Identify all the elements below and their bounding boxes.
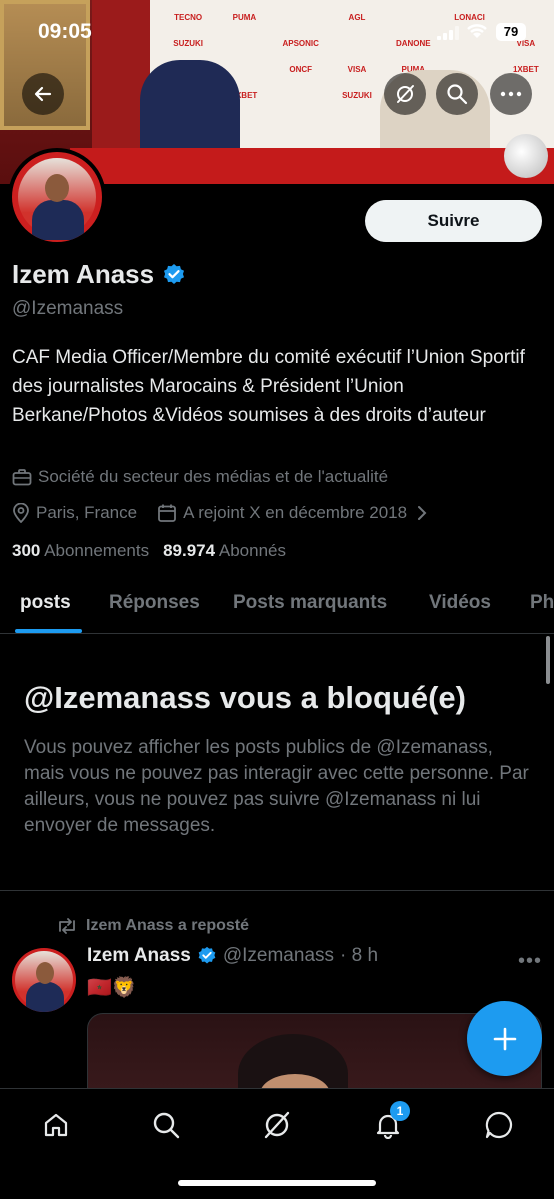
home-icon	[44, 1113, 68, 1137]
tab-posts[interactable]: posts	[20, 592, 71, 614]
verified-badge-icon[interactable]	[197, 946, 217, 966]
signal-icon	[437, 26, 459, 40]
profile-name-row: Izem Anass	[12, 259, 186, 290]
chevron-right-icon[interactable]	[417, 505, 427, 521]
avatar-face	[36, 962, 54, 984]
following-link[interactable]: 300 Abonnements	[12, 541, 149, 561]
profile-handle: @Izemanass	[12, 298, 124, 319]
nav-home[interactable]	[36, 1105, 76, 1145]
followers-link[interactable]: 89.974 Abonnés	[163, 541, 286, 561]
sponsor-logo	[273, 82, 329, 108]
tab-photos[interactable]: Ph	[530, 592, 554, 614]
repost-icon	[59, 918, 75, 934]
more-button[interactable]	[490, 73, 532, 115]
status-bar: 09:05 79	[0, 0, 554, 60]
profile-category-row: Société du secteur des médias et de l'ac…	[12, 467, 388, 487]
profile-tabs: posts Réponses Posts marquants Vidéos Ph	[0, 580, 554, 634]
following-count: 300	[12, 541, 41, 560]
location-pin-icon	[13, 503, 29, 523]
profile-bio: CAF Media Officer/Membre du comité exécu…	[12, 347, 525, 426]
back-button[interactable]	[22, 73, 64, 115]
sponsor-logo: SUZUKI	[342, 90, 372, 100]
search-icon	[153, 1112, 180, 1139]
nav-search[interactable]	[146, 1105, 186, 1145]
search-button[interactable]	[436, 73, 478, 115]
blocked-title: @Izemanass vous a bloqué(e)	[24, 680, 466, 715]
tab-videos[interactable]: Vidéos	[429, 592, 491, 614]
avatar-suit	[32, 200, 84, 240]
home-indicator[interactable]	[178, 1180, 376, 1186]
messages-icon	[485, 1111, 513, 1139]
post-more-icon[interactable]: •••	[518, 950, 542, 973]
scrollbar[interactable]	[546, 636, 550, 684]
nav-notifications[interactable]: 1	[368, 1101, 410, 1145]
notification-badge: 1	[390, 1101, 410, 1121]
tab-replies[interactable]: Réponses	[109, 592, 200, 614]
grok-icon	[397, 85, 414, 103]
calendar-icon	[158, 504, 176, 522]
banner-ball	[504, 134, 548, 178]
more-icon	[500, 91, 522, 97]
nav-messages[interactable]	[479, 1105, 519, 1145]
plus-icon	[493, 1027, 516, 1050]
avatar-face	[45, 174, 69, 202]
grok-button[interactable]	[384, 73, 426, 115]
post-time[interactable]: · 8 h	[340, 945, 378, 967]
post-header: Izem Anass @Izemanass · 8 h	[87, 945, 378, 967]
wifi-icon	[467, 24, 487, 38]
profile-joined: A rejoint X en décembre 2018	[183, 503, 408, 522]
profile-stats: 300 Abonnements 89.974 Abonnés	[12, 541, 286, 561]
tab-highlights[interactable]: Posts marquants	[233, 592, 387, 614]
profile-meta-row: Paris, France A rejoint X en décembre 20…	[12, 503, 427, 523]
divider	[0, 890, 554, 891]
post-text: 🇲🇦🦁	[87, 977, 137, 999]
follow-button[interactable]: Suivre	[365, 200, 542, 242]
status-time: 09:05	[38, 20, 92, 43]
search-icon	[447, 84, 468, 105]
avatar-suit	[26, 982, 64, 1012]
battery-indicator: 79	[496, 23, 526, 41]
profile-location: Paris, France	[36, 503, 138, 522]
post-author-handle[interactable]: @Izemanass	[223, 945, 334, 967]
repost-label[interactable]: Izem Anass a reposté	[86, 917, 249, 935]
post-author-name[interactable]: Izem Anass	[87, 945, 191, 967]
followers-label: Abonnés	[218, 541, 286, 560]
arrow-left-icon	[34, 86, 52, 102]
post-author-avatar[interactable]	[12, 948, 76, 1012]
profile-category: Société du secteur des médias et de l'ac…	[38, 467, 389, 486]
verified-badge-icon[interactable]	[162, 263, 186, 287]
blocked-description: Vous pouvez afficher les posts publics d…	[24, 737, 529, 836]
briefcase-icon	[12, 469, 32, 486]
profile-name: Izem Anass	[12, 259, 155, 289]
active-tab-indicator	[15, 629, 82, 633]
repost-indicator: Izem Anass a reposté	[56, 917, 249, 935]
following-label: Abonnements	[44, 541, 150, 560]
grok-icon	[264, 1111, 290, 1139]
compose-post-button[interactable]	[467, 1001, 542, 1076]
banner-table	[70, 148, 554, 184]
followers-count: 89.974	[163, 541, 216, 560]
nav-grok[interactable]	[257, 1105, 297, 1145]
profile-avatar[interactable]	[8, 148, 106, 246]
